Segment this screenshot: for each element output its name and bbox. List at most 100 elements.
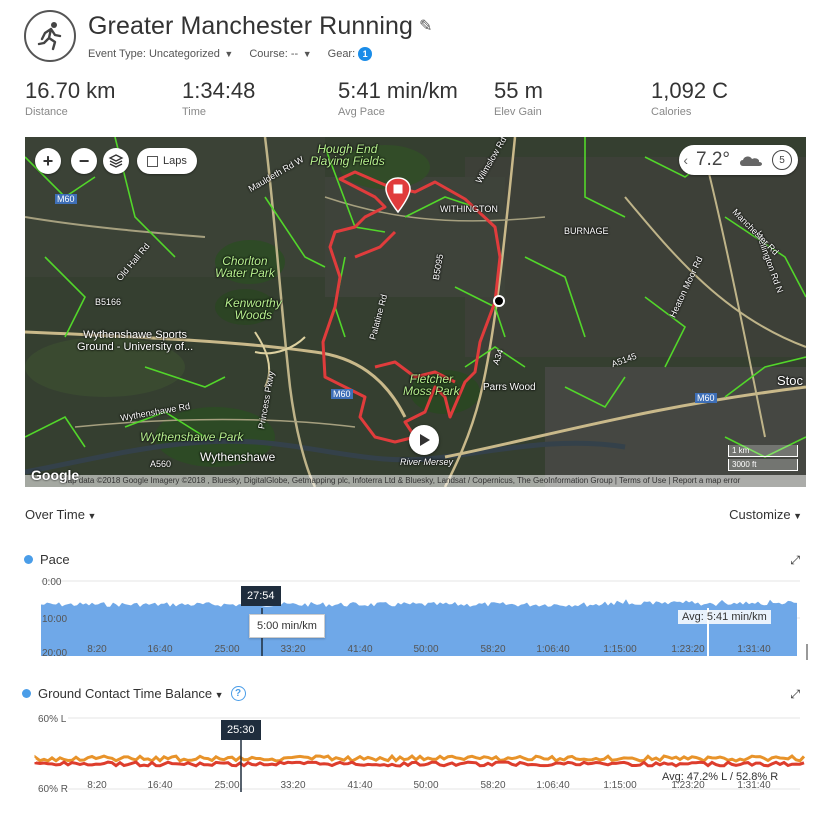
pace-y-tick: 0:00 <box>42 577 62 588</box>
scale-ft: 3000 ft <box>728 459 798 471</box>
gct-cursor-time: 25:30 <box>221 720 261 740</box>
pace-cursor-time: 27:54 <box>241 586 281 606</box>
pace-x-tick: 50:00 <box>413 644 438 655</box>
map-label-withington: WITHINGTON <box>440 204 498 214</box>
stat-label: Time <box>182 106 207 118</box>
gct-x-tick: 1:06:40 <box>536 780 570 791</box>
stat-value: 16.70 km <box>25 78 116 103</box>
activity-meta-row: Event Type: Uncategorized ▼ Course: -- ▼… <box>88 47 373 61</box>
end-marker-pin[interactable] <box>385 177 411 218</box>
caret-down-icon: ▼ <box>84 511 97 521</box>
over-time-dropdown[interactable]: Over Time ▼ <box>25 507 96 522</box>
map-label-chorlton: Chorlton Water Park <box>215 254 275 280</box>
gct-x-tick: 16:40 <box>147 780 172 791</box>
gct-chart[interactable]: 60% L 60% R 8:20 16:40 25:00 33:20 41:40 50:0… <box>0 710 840 800</box>
pace-x-tick: 25:00 <box>214 644 239 655</box>
gct-label: Ground Contact Time Balance <box>38 686 213 701</box>
google-logo: Google <box>31 467 80 483</box>
map-shield-m60: M60 <box>55 194 77 204</box>
map-label-wythenshawe-park: Wythenshawe Park <box>140 430 244 444</box>
map-label-parrs-wood: Parrs Wood <box>483 382 536 393</box>
map-road-a560: A560 <box>150 459 172 469</box>
play-icon <box>420 434 430 446</box>
stat-elev-gain: 55 m Elev Gain <box>494 78 543 118</box>
pace-avg-label: Avg: 5:41 min/km <box>678 610 771 624</box>
pace-x-tick: 16:40 <box>147 644 172 655</box>
event-type-dropdown[interactable]: Event Type: Uncategorized ▼ <box>88 48 233 60</box>
gear-label: Gear: <box>327 48 356 60</box>
timer-icon: 5 <box>772 150 792 170</box>
help-icon[interactable]: ? <box>230 686 246 701</box>
weather-widget[interactable]: ‹ 7.2° 5 <box>679 145 798 175</box>
pace-series-dot <box>24 555 33 564</box>
pace-expand-icon[interactable]: ⤢ <box>790 553 800 568</box>
stat-label: Distance <box>25 106 68 118</box>
stat-label: Avg Pace <box>338 106 385 118</box>
gear-selector[interactable]: Gear: 1 <box>328 47 373 61</box>
map-label-kenworthy: Kenworthy Woods <box>225 296 282 322</box>
gct-x-tick: 8:20 <box>87 780 107 791</box>
stat-calories: 1,092 C Calories <box>651 78 728 118</box>
gct-series-right <box>34 760 805 768</box>
map-label-wythenshawe: Wythenshawe <box>200 450 276 464</box>
activity-title-text: Greater Manchester Running <box>88 12 413 40</box>
stat-label: Elev Gain <box>494 106 542 118</box>
pace-x-tick: 33:20 <box>280 644 305 655</box>
pace-x-tick: 8:20 <box>87 644 107 655</box>
gct-series-dot <box>22 689 31 698</box>
pace-tooltip: 5:00 min/km <box>249 614 325 638</box>
pace-x-tick: 1:31:40 <box>737 644 771 655</box>
caret-down-icon: ▼ <box>790 511 802 521</box>
zoom-in-button[interactable]: + <box>35 148 61 174</box>
course-label: Course: -- <box>249 48 299 60</box>
stat-value: 1:34:48 <box>182 78 256 103</box>
caret-down-icon: ▼ <box>221 49 234 59</box>
gct-label-dropdown[interactable]: Ground Contact Time Balance ▼ <box>38 686 224 701</box>
gct-expand-icon[interactable]: ⤢ <box>790 687 800 702</box>
course-dropdown[interactable]: Course: -- ▼ <box>249 48 311 60</box>
edit-pencil-icon[interactable]: ✎ <box>419 16 433 36</box>
map-scale: 1 km 3000 ft <box>728 443 798 471</box>
laps-label: Laps <box>163 155 187 167</box>
map-label-stockport: Stoc <box>777 373 804 388</box>
map-road-b5166: B5166 <box>95 297 122 307</box>
pace-x-tick: 58:20 <box>480 644 505 655</box>
layers-button[interactable] <box>103 148 129 174</box>
cloud-icon <box>740 156 762 166</box>
stat-time: 1:34:48 Time <box>182 78 255 118</box>
stat-distance: 16.70 km Distance <box>25 78 116 118</box>
scale-km: 1 km <box>728 445 798 457</box>
zoom-out-button[interactable]: − <box>71 148 97 174</box>
map-attribution[interactable]: Map data ©2018 Google Imagery ©2018 , Bl… <box>25 475 806 487</box>
pace-x-tick: 41:40 <box>347 644 372 655</box>
caret-down-icon: ▼ <box>212 690 224 700</box>
map-shield-m60: M60 <box>331 389 353 399</box>
gct-x-tick: 25:00 <box>214 780 239 791</box>
activity-title[interactable]: Greater Manchester Running ✎ <box>88 12 433 41</box>
activity-type-icon <box>24 10 76 62</box>
chevron-left-icon[interactable]: ‹ <box>683 152 688 168</box>
map-label-fletcher-moss: Fletcher Moss Park <box>403 372 460 398</box>
map-label-river-mersey: River Mersey <box>400 457 454 467</box>
map-label-hough-end: Hough End Playing Fields <box>310 142 385 168</box>
stat-value: 5:41 min/km <box>338 78 458 103</box>
gct-series-left <box>34 753 806 763</box>
gct-y-tick-bottom: 60% R <box>38 784 68 795</box>
map-label-wythenshawe-sports: Wythenshawe Sports Ground - University o… <box>77 329 194 353</box>
pace-x-tick: 1:06:40 <box>536 644 570 655</box>
route-map[interactable]: Hough End Playing Fields Chorlton Water … <box>25 137 806 487</box>
customize-label: Customize <box>729 507 791 522</box>
map-shield-m60: M60 <box>695 393 717 403</box>
gct-avg-label: Avg: 47.2% L / 52.8% R <box>662 771 779 783</box>
laps-toggle[interactable]: Laps <box>137 148 197 174</box>
gct-x-tick: 58:20 <box>480 780 505 791</box>
gear-count-badge[interactable]: 1 <box>358 47 373 61</box>
pace-x-tick: 1:23:20 <box>671 644 705 655</box>
laps-checkbox[interactable] <box>147 155 158 167</box>
gct-x-tick: 50:00 <box>413 780 438 791</box>
caret-down-icon: ▼ <box>300 49 312 59</box>
stop-pin-icon <box>385 177 411 214</box>
playback-button[interactable] <box>409 425 439 455</box>
gct-x-tick: 41:40 <box>347 780 372 791</box>
customize-dropdown[interactable]: Customize ▼ <box>729 507 802 522</box>
